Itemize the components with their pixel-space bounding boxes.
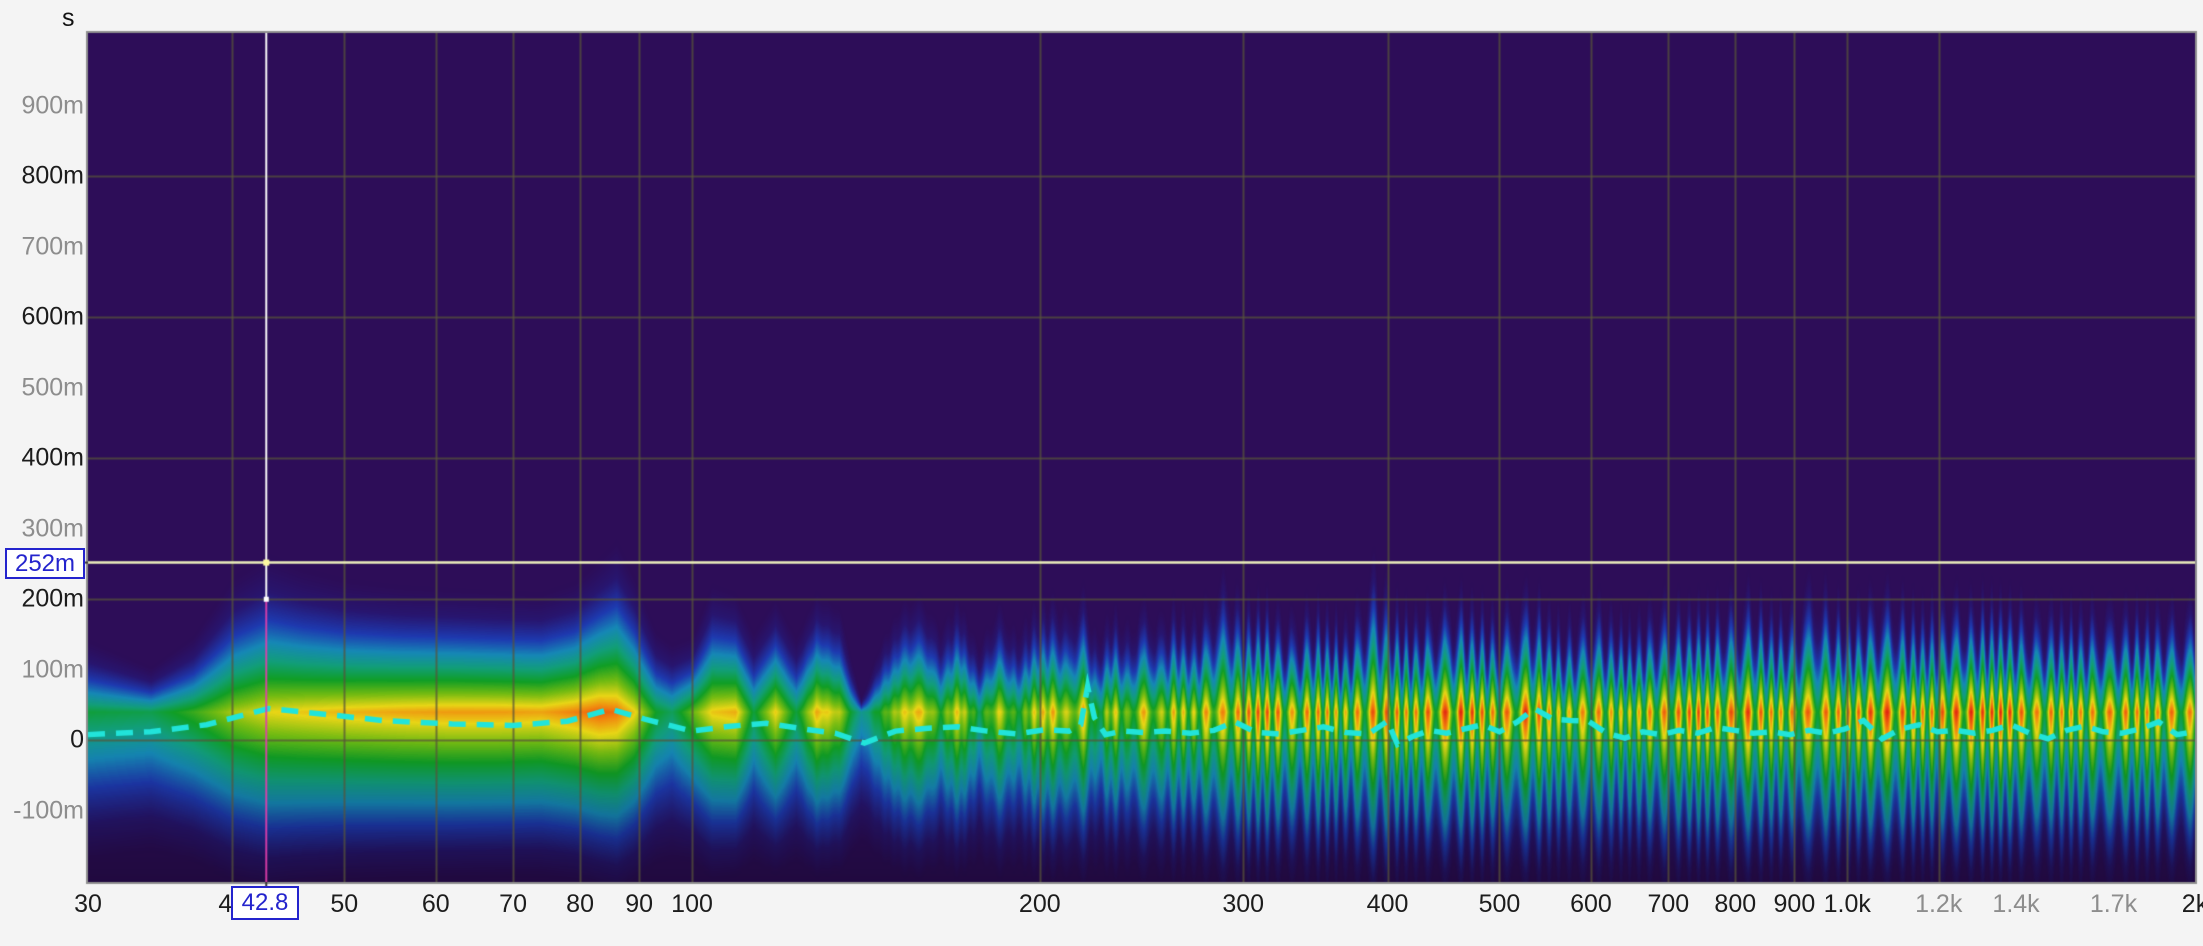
x-tick-label: 100 bbox=[671, 890, 713, 918]
y-tick-label: 400m bbox=[21, 443, 84, 472]
spectrogram-canvas[interactable] bbox=[0, 0, 2203, 946]
y-tick-label: 0 bbox=[70, 725, 84, 754]
cursor-time-value: 252m bbox=[14, 549, 76, 577]
x-tick-label: 500 bbox=[1478, 890, 1521, 918]
x-tick-label: 400 bbox=[1366, 890, 1409, 918]
x-tick-label: 60 bbox=[421, 890, 450, 918]
cursor-time-readout: 252m bbox=[5, 548, 85, 579]
y-tick-label: 700m bbox=[21, 232, 84, 261]
x-tick-label: 1.0k bbox=[1823, 890, 1871, 918]
y-axis-unit-label: s bbox=[62, 4, 75, 32]
y-tick-label: 300m bbox=[21, 514, 84, 543]
x-tick-label: 90 bbox=[625, 890, 654, 918]
y-tick-label: 900m bbox=[21, 91, 84, 120]
x-tick-label: 1.4k bbox=[1992, 890, 2040, 918]
x-tick-label: 1.7k bbox=[2089, 890, 2138, 918]
x-tick-label: 800 bbox=[1714, 890, 1757, 918]
y-tick-label: 600m bbox=[21, 302, 84, 331]
y-tick-label: 500m bbox=[21, 373, 84, 402]
cursor-frequency-value: 42.8 bbox=[241, 889, 289, 916]
x-tick-label: 2k bbox=[2181, 890, 2203, 918]
x-tick-label: 200 bbox=[1018, 890, 1061, 918]
x-tick-label: 30 bbox=[74, 890, 102, 918]
y-tick-label: 200m bbox=[21, 584, 84, 613]
y-tick-label: 100m bbox=[21, 655, 84, 684]
cursor-frequency-readout: 42.8 bbox=[231, 886, 299, 920]
spectrogram-window: { "chart_data": { "type": "heatmap", "su… bbox=[0, 0, 2203, 946]
x-tick-label: 900 bbox=[1773, 890, 1816, 918]
x-tick-label: 300 bbox=[1222, 890, 1265, 918]
x-tick-label: 600 bbox=[1570, 890, 1612, 918]
x-tick-label: 1.2k bbox=[1915, 890, 1963, 918]
y-tick-label: 800m bbox=[21, 161, 84, 190]
x-tick-label: 700 bbox=[1647, 890, 1690, 918]
x-tick-label: 80 bbox=[566, 890, 594, 918]
x-tick-label: 70 bbox=[499, 890, 527, 918]
y-tick-label: -100m bbox=[13, 796, 84, 825]
x-tick-label: 50 bbox=[330, 890, 359, 918]
